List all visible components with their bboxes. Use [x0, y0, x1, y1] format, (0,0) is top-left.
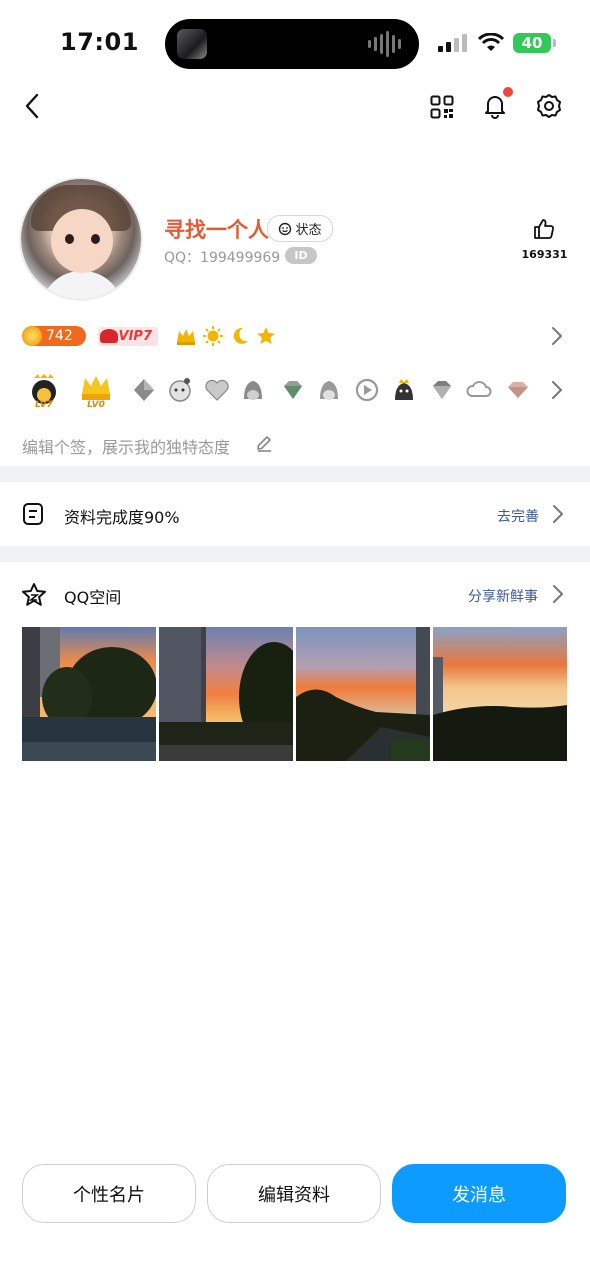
pink-diamond-icon: [508, 382, 528, 398]
grey-gem-2-icon: [433, 381, 451, 399]
status-button[interactable]: 状态: [267, 215, 333, 242]
id-badge[interactable]: ID: [285, 247, 317, 264]
bell-icon[interactable]: [483, 93, 507, 119]
vip-badge[interactable]: VIP7: [98, 327, 158, 346]
chevron-right-icon[interactable]: [551, 380, 563, 400]
grey-penguin-2-icon: [320, 381, 338, 400]
cellular-signal-icon: [438, 34, 467, 52]
level-badge-lv7[interactable]: LV7: [26, 372, 62, 410]
star-badge-icon: [257, 327, 275, 344]
crowned-penguin-icon: [395, 379, 413, 400]
grey-penguin-icon: [244, 381, 262, 400]
now-playing-thumbnail: [177, 29, 207, 59]
audio-wave-icon: [368, 31, 401, 57]
likes-count: 169331: [521, 248, 568, 261]
level-badge-lv0[interactable]: LV0: [78, 372, 114, 410]
status-smile-icon: [279, 222, 292, 235]
chevron-right-icon[interactable]: [551, 326, 563, 346]
qzone-share-link[interactable]: 分享新鲜事: [468, 586, 538, 606]
chevron-right-icon: [553, 505, 563, 523]
grey-diamond-icon: [284, 381, 302, 399]
grey-play-icon: [355, 378, 379, 402]
cloud-icon: [466, 381, 492, 397]
signature-field[interactable]: 编辑个签，展示我的独特态度: [22, 434, 230, 458]
grey-gem-icon: [134, 379, 154, 401]
sun-icon: [203, 326, 223, 346]
profile-card-button[interactable]: 个性名片: [22, 1164, 196, 1223]
chevron-right-icon: [553, 585, 563, 603]
status-time: 17:01: [60, 28, 139, 56]
gear-icon[interactable]: [536, 93, 562, 119]
section-divider: [0, 466, 590, 482]
document-icon: [23, 503, 43, 525]
send-message-button[interactable]: 发消息: [392, 1164, 566, 1223]
section-divider: [0, 546, 590, 562]
qzone-label: QQ空间: [64, 588, 122, 607]
coin-badge[interactable]: 742: [22, 326, 86, 346]
avatar[interactable]: [21, 179, 141, 299]
star-icon: [22, 583, 46, 606]
dynamic-island: [165, 19, 419, 69]
edit-profile-button[interactable]: 编辑资料: [207, 1164, 381, 1223]
qq-label: QQ：: [164, 250, 201, 266]
grey-heart-icon: [205, 379, 229, 401]
qr-code-icon[interactable]: [430, 95, 454, 119]
moon-icon: [233, 327, 248, 344]
thumbs-up-icon[interactable]: [533, 218, 555, 240]
completion-label: 资料完成度90%: [64, 508, 180, 527]
completion-action-link[interactable]: 去完善: [497, 506, 539, 526]
coin-icon: [22, 326, 42, 346]
grey-face-icon: [169, 378, 191, 402]
nickname: 寻找一个人: [164, 218, 269, 242]
qzone-photo[interactable]: [159, 627, 293, 761]
qzone-photo[interactable]: [22, 627, 156, 761]
profile-completion-row[interactable]: 资料完成度90% 去完善: [0, 482, 590, 546]
coin-value: 742: [46, 328, 73, 344]
status-label: 状态: [295, 223, 322, 238]
signature-placeholder: 编辑个签，展示我的独特态度: [22, 438, 231, 457]
edit-pen-icon[interactable]: [255, 434, 273, 452]
qzone-photo[interactable]: [433, 627, 567, 761]
back-icon[interactable]: [22, 92, 42, 120]
qzone-row[interactable]: QQ空间 分享新鲜事: [0, 562, 590, 624]
level-tag: LV7: [35, 400, 53, 410]
qq-number-value: 199499969: [200, 250, 281, 266]
wifi-icon: [478, 33, 504, 51]
qzone-photo[interactable]: [296, 627, 430, 761]
level-tag: LV0: [87, 400, 105, 410]
crown-icon: [177, 329, 195, 345]
notification-dot: [503, 87, 513, 97]
qq-number: QQ：199499969: [164, 247, 280, 267]
battery-indicator: 40: [513, 33, 556, 53]
